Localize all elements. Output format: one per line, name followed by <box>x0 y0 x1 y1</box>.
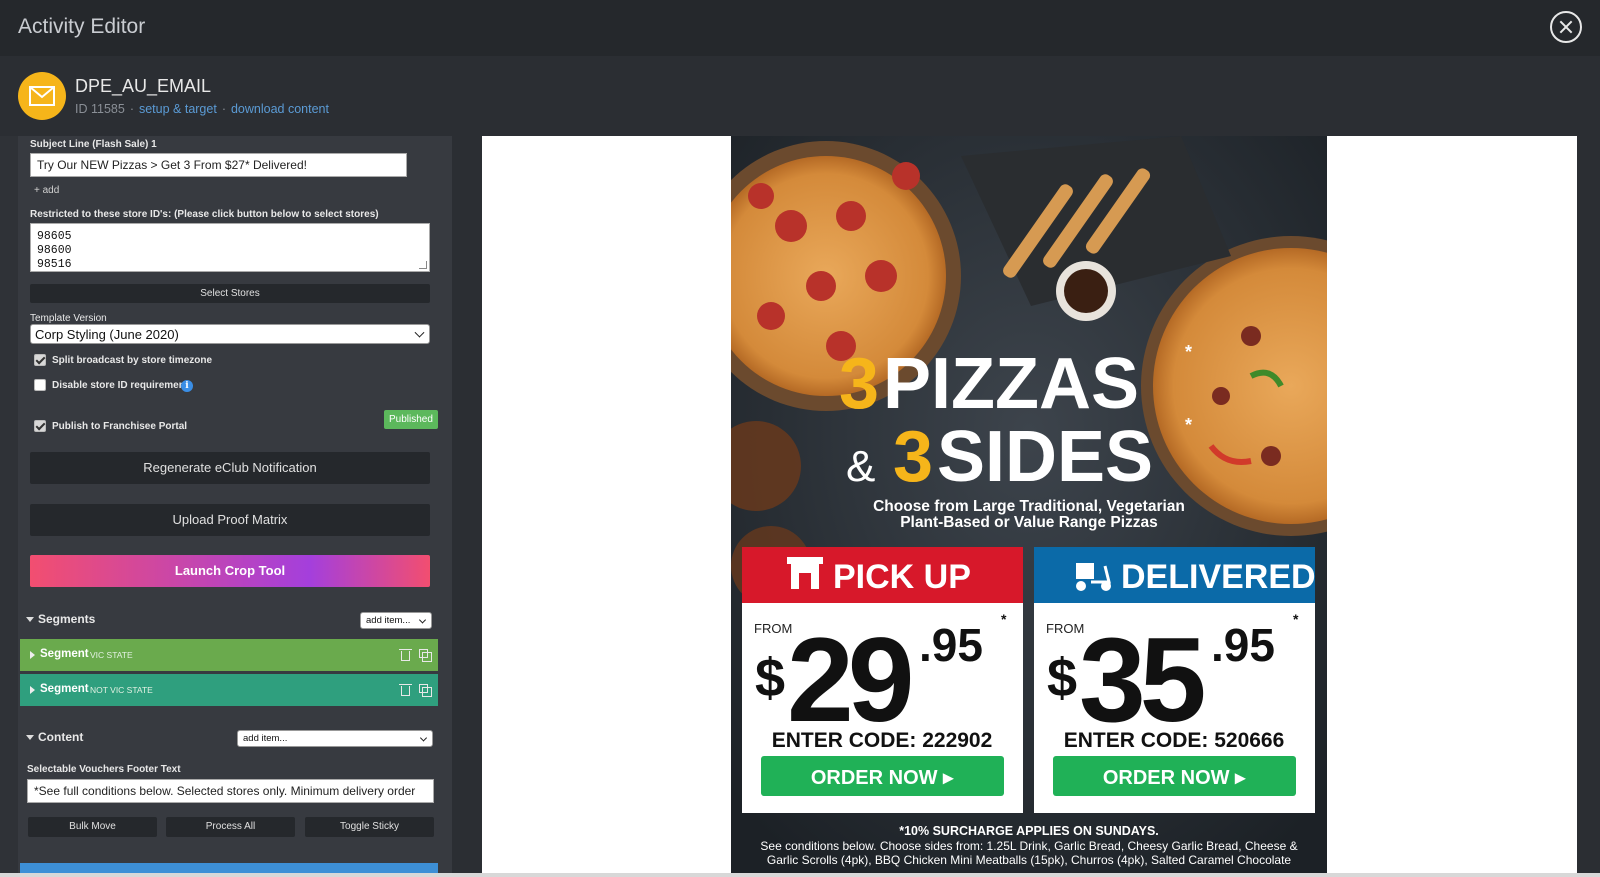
activity-id: ID 11585 <box>75 102 125 116</box>
delivered-code: ENTER CODE: 520666 <box>1064 729 1285 752</box>
envelope-icon <box>18 72 66 120</box>
pickup-asterisk: * <box>1001 611 1007 627</box>
trash-icon[interactable] <box>399 684 412 696</box>
collapse-content-icon[interactable] <box>26 735 34 740</box>
horizontal-scrollbar[interactable] <box>0 873 1600 877</box>
delivered-asterisk: * <box>1293 611 1299 627</box>
content-heading: Content <box>38 730 84 744</box>
segment-tag: VIC STATE <box>90 650 133 660</box>
headline-asterisk-2: * <box>1185 415 1192 435</box>
delivered-title: DELIVERED <box>1121 558 1316 596</box>
chevron-down-icon <box>418 615 427 624</box>
store-icon <box>787 557 823 589</box>
content-add-item-select[interactable]: add item... <box>237 730 433 747</box>
conditions-line-2: Garlic Scrolls (4pk), BBQ Chicken Mini M… <box>767 853 1292 867</box>
footer-text-label: Selectable Vouchers Footer Text <box>27 764 181 775</box>
headline-num-2: 3 <box>893 417 933 497</box>
regenerate-button[interactable]: Regenerate eClub Notification <box>30 452 430 484</box>
editor-form: Subject Line (Flash Sale) 1 Try Our NEW … <box>18 136 452 877</box>
activity-name: DPE_AU_EMAIL <box>75 76 212 96</box>
setup-target-link[interactable]: setup & target <box>139 102 217 116</box>
duplicate-icon[interactable] <box>419 684 432 697</box>
pickup-order-now-label: ORDER NOW ▸ <box>811 767 954 789</box>
headline-amp: & <box>846 442 875 491</box>
chevron-down-icon <box>419 733 428 742</box>
subject-label: Subject Line (Flash Sale) 1 <box>30 139 157 150</box>
segments-add-item-label: add item... <box>366 615 411 626</box>
delivered-price-cents: .95 <box>1211 619 1275 671</box>
store-id-line: 98605 <box>37 230 72 243</box>
select-stores-button[interactable]: Select Stores <box>30 284 430 303</box>
duplicate-icon[interactable] <box>419 649 432 662</box>
segment-label: Segment <box>40 648 89 660</box>
headline-asterisk: * <box>1185 342 1192 362</box>
process-all-button[interactable]: Process All <box>166 817 295 837</box>
store-id-line: 98516 <box>37 258 72 271</box>
segment-tag: NOT VIC STATE <box>90 685 153 695</box>
split-broadcast-checkbox[interactable] <box>34 354 46 366</box>
launch-crop-tool-button[interactable]: Launch Crop Tool <box>30 555 430 587</box>
close-icon[interactable] <box>1550 11 1582 43</box>
pickup-title: PICK UP <box>833 558 971 596</box>
split-broadcast-label: Split broadcast by store timezone <box>52 355 213 366</box>
resize-handle[interactable] <box>419 261 427 269</box>
subject-input[interactable]: Try Our NEW Pizzas > Get 3 From $27* Del… <box>30 153 407 177</box>
collapse-segments-icon[interactable] <box>26 617 34 622</box>
segment-row-not-vic[interactable]: Segment NOT VIC STATE <box>20 674 438 706</box>
info-icon[interactable]: i <box>181 380 193 392</box>
segment-row-vic[interactable]: Segment VIC STATE <box>20 639 438 671</box>
headline-sides: SIDES <box>937 417 1153 497</box>
upload-proof-button[interactable]: Upload Proof Matrix <box>30 504 430 536</box>
title-bar: Activity Editor <box>0 0 1600 56</box>
email-preview: 3 PIZZAS * & 3 SIDES * Choose from Large… <box>731 136 1327 877</box>
store-ids-textarea[interactable]: 98605 98600 98516 <box>30 223 430 272</box>
segment-label: Segment <box>40 683 89 695</box>
add-subject-link[interactable]: + add <box>34 185 59 196</box>
delivered-dollar: $ <box>1047 648 1077 708</box>
publish-checkbox[interactable] <box>34 420 46 432</box>
headline-num-1: 3 <box>839 344 879 424</box>
store-id-line: 98600 <box>37 244 72 257</box>
subhead-line-2: Plant-Based or Value Range Pizzas <box>900 514 1158 531</box>
email-hero-image: 3 PIZZAS * & 3 SIDES * Choose from Large… <box>731 136 1327 877</box>
activity-header: DPE_AU_EMAIL ID 11585 · setup & target · dow… <box>0 56 1600 136</box>
segments-heading: Segments <box>38 612 96 626</box>
disable-store-id-checkbox[interactable] <box>34 379 46 391</box>
published-badge: Published <box>384 410 438 429</box>
expand-icon[interactable] <box>30 651 35 659</box>
trash-icon[interactable] <box>399 649 412 661</box>
chevron-down-icon <box>414 327 425 338</box>
headline-pizzas: PIZZAS <box>883 344 1139 424</box>
template-label: Template Version <box>30 313 107 324</box>
publish-label: Publish to Franchisee Portal <box>52 421 188 432</box>
content-add-item-label: add item... <box>243 733 288 744</box>
delivered-order-now-label: ORDER NOW ▸ <box>1103 767 1246 789</box>
conditions-line-1: See conditions below. Choose sides from:… <box>760 839 1297 853</box>
template-value: Corp Styling (June 2020) <box>35 327 179 342</box>
toggle-sticky-button[interactable]: Toggle Sticky <box>305 817 434 837</box>
pickup-price-main: 29 <box>787 613 911 747</box>
download-content-link[interactable]: download content <box>231 102 329 116</box>
segments-add-item-select[interactable]: add item... <box>360 612 432 629</box>
bulk-move-button[interactable]: Bulk Move <box>28 817 157 837</box>
pickup-code: ENTER CODE: 222902 <box>772 729 993 752</box>
pickup-price-cents: .95 <box>919 619 983 671</box>
delivered-price-main: 35 <box>1079 613 1204 747</box>
template-select[interactable]: Corp Styling (June 2020) <box>30 324 430 344</box>
pickup-dollar: $ <box>755 648 785 708</box>
stores-label: Restricted to these store ID's: (Please … <box>30 209 379 220</box>
editor-panel: Subject Line (Flash Sale) 1 Try Our NEW … <box>0 136 452 877</box>
surcharge-note: *10% SURCHARGE APPLIES ON SUNDAYS. <box>899 824 1159 838</box>
footer-text-input[interactable]: *See full conditions below. Selected sto… <box>27 779 434 803</box>
activity-meta: ID 11585 · setup & target · download content <box>75 102 329 116</box>
disable-store-id-label: Disable store ID requirement <box>52 380 189 391</box>
window-title: Activity Editor <box>18 15 146 38</box>
expand-icon[interactable] <box>30 686 35 694</box>
subhead-line-1: Choose from Large Traditional, Vegetaria… <box>873 498 1185 515</box>
